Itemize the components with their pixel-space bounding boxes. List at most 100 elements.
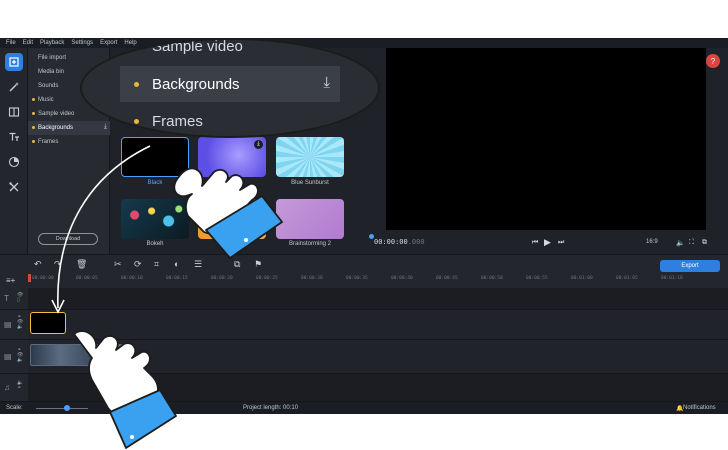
download-icon[interactable]: ⤓	[323, 74, 330, 91]
callout-label: Frames	[152, 112, 203, 130]
undo-icon[interactable]: ↶	[34, 259, 42, 270]
track-controls-icon[interactable]: ⚭ 👁 🔈	[17, 348, 23, 363]
menu-edit[interactable]: Edit	[23, 38, 33, 48]
ruler-tick: 00:00:15	[166, 276, 188, 281]
notifications-button[interactable]: Notifications	[683, 405, 716, 411]
overlay-icon[interactable]: ⧉	[234, 259, 240, 270]
split-icon[interactable]: ✂	[114, 259, 122, 270]
track-controls-icon[interactable]: 🔈 ⚭	[17, 381, 23, 391]
redo-icon[interactable]: ↷	[54, 259, 62, 270]
callout-label: Backgrounds	[152, 75, 240, 93]
callout-label: Sample video	[152, 38, 243, 55]
transitions-tab-button[interactable]	[5, 103, 23, 121]
thumbnail-black[interactable]	[121, 137, 189, 177]
next-frame-icon[interactable]: ⏭	[558, 239, 564, 247]
timeline-ruler[interactable]: ≡+ 00:00:00 00:00:05 00:00:10 00:00:15 0…	[0, 274, 728, 288]
new-dot-icon	[32, 112, 35, 115]
detach-preview-icon[interactable]: ⧉	[702, 239, 707, 247]
category-label: File import	[38, 55, 67, 61]
sticker-icon	[8, 156, 20, 168]
title-track-header: T 👁 ▯	[0, 288, 28, 310]
thumbnail-blue-sunburst[interactable]	[276, 137, 344, 177]
scale-slider-handle[interactable]	[64, 405, 70, 411]
add-track-icon[interactable]: ≡+	[6, 276, 15, 285]
aspect-ratio-select[interactable]: 16:9	[646, 239, 658, 245]
video-track-icon: ▤	[4, 352, 12, 361]
overlay-track[interactable]	[28, 310, 728, 340]
fullscreen-icon[interactable]: ⛶	[689, 239, 694, 247]
titles-tab-button[interactable]	[5, 128, 23, 146]
thumbnail-label: Brainsto...	[218, 241, 246, 247]
stickers-tab-button[interactable]	[5, 153, 23, 171]
zoom-callout: Sample video Backgrounds ⤓ Frames	[80, 38, 380, 138]
timecode: 00:00:00.000	[374, 238, 425, 246]
audio-track[interactable]	[28, 374, 728, 402]
preview-panel: 00:00:00.000 ⏮ ▶ ⏭ 16:9 🔈 ⛶ ⧉	[366, 48, 728, 254]
menu-file[interactable]: File	[6, 38, 16, 48]
export-button[interactable]: Export	[660, 260, 720, 272]
scale-slider[interactable]	[36, 408, 88, 409]
category-backgrounds[interactable]: Backgrounds ⤓	[28, 121, 110, 135]
video-preview[interactable]	[386, 48, 706, 230]
video-track-icon: ▤	[4, 320, 12, 329]
magic-wand-icon	[9, 82, 19, 92]
editing-toolbar: ↶ ↷ 🗑 ✂ ⟳ ⌗ ◐ ☰ ⧉ ⚑ Export	[0, 254, 728, 274]
ruler-tick: 00:00:30	[301, 276, 323, 281]
more-tools-tab-button[interactable]	[5, 178, 23, 196]
import-tab-button[interactable]	[5, 53, 23, 71]
ruler-tick: 00:00:35	[346, 276, 368, 281]
delete-icon[interactable]: 🗑	[76, 259, 87, 270]
title-track[interactable]	[28, 288, 728, 310]
playhead-icon[interactable]	[28, 274, 31, 282]
timecode-frames: .000	[407, 238, 425, 246]
marker-flag-icon[interactable]: ⚑	[254, 259, 262, 270]
ruler-tick: 00:00:25	[256, 276, 278, 281]
category-frames[interactable]: Frames	[28, 135, 110, 149]
thumbnail-bokeh[interactable]	[121, 199, 189, 239]
ruler-tick: 00:00:50	[481, 276, 503, 281]
crop-icon[interactable]: ⌗	[154, 259, 159, 270]
main-track[interactable]	[28, 340, 728, 374]
thumbnail-brainstorming[interactable]	[198, 199, 266, 239]
ruler-tick: 00:00:45	[436, 276, 458, 281]
callout-item-frames[interactable]: Frames	[120, 103, 340, 136]
rotate-icon[interactable]: ⟳	[134, 259, 142, 270]
filters-tab-button[interactable]	[5, 78, 23, 96]
timecode-main: 00:00:00	[374, 238, 408, 246]
new-dot-icon	[32, 98, 35, 101]
download-icon[interactable]: ⤓	[104, 123, 107, 131]
project-length: Project length: 00:10	[243, 405, 299, 411]
previous-frame-icon[interactable]: ⏮	[532, 239, 538, 247]
download-button[interactable]: Download	[38, 233, 98, 245]
thumbnail-label: Black	[147, 180, 163, 186]
menu-settings[interactable]: Settings	[71, 38, 93, 48]
track-controls-icon[interactable]: ⚭ 👁 🔈	[17, 315, 23, 330]
color-adjust-icon[interactable]: ◐	[174, 259, 179, 269]
ruler-tick: 00:01:05	[616, 276, 638, 281]
ruler-tick: 00:00:10	[121, 276, 143, 281]
thumbnail-label: ...	[229, 180, 235, 186]
track-visibility-icon[interactable]: 👁 ▯	[17, 293, 23, 303]
callout-item-backgrounds[interactable]: Backgrounds ⤓	[120, 66, 340, 102]
download-icon[interactable]: ⤓	[254, 140, 263, 149]
transitions-icon	[8, 107, 20, 117]
black-background-clip[interactable]	[30, 312, 66, 334]
ruler-tick: 00:00:05	[76, 276, 98, 281]
titles-icon	[9, 132, 19, 141]
thumbnail-brainstorming-2[interactable]	[276, 199, 344, 239]
video-clip[interactable]	[30, 344, 130, 366]
ruler-tick: 00:00:20	[211, 276, 233, 281]
play-icon[interactable]: ▶	[544, 237, 551, 248]
new-dot-icon	[32, 140, 35, 143]
music-note-icon: ♫	[4, 383, 10, 392]
menu-playback[interactable]: Playback	[40, 38, 64, 48]
thumbnail-label: Brainstorming 2	[288, 241, 332, 247]
volume-icon[interactable]: 🔈	[676, 239, 685, 247]
menu-export[interactable]: Export	[100, 38, 117, 48]
thumbnail-blue[interactable]: ⤓	[198, 137, 266, 177]
callout-item-sample-video[interactable]: Sample video	[120, 38, 340, 64]
help-button[interactable]: ?	[706, 54, 720, 68]
settings-sliders-icon[interactable]: ☰	[194, 259, 202, 270]
thumbnail-label: Blue Sunburst	[291, 180, 329, 186]
category-label: Frames	[38, 139, 59, 145]
